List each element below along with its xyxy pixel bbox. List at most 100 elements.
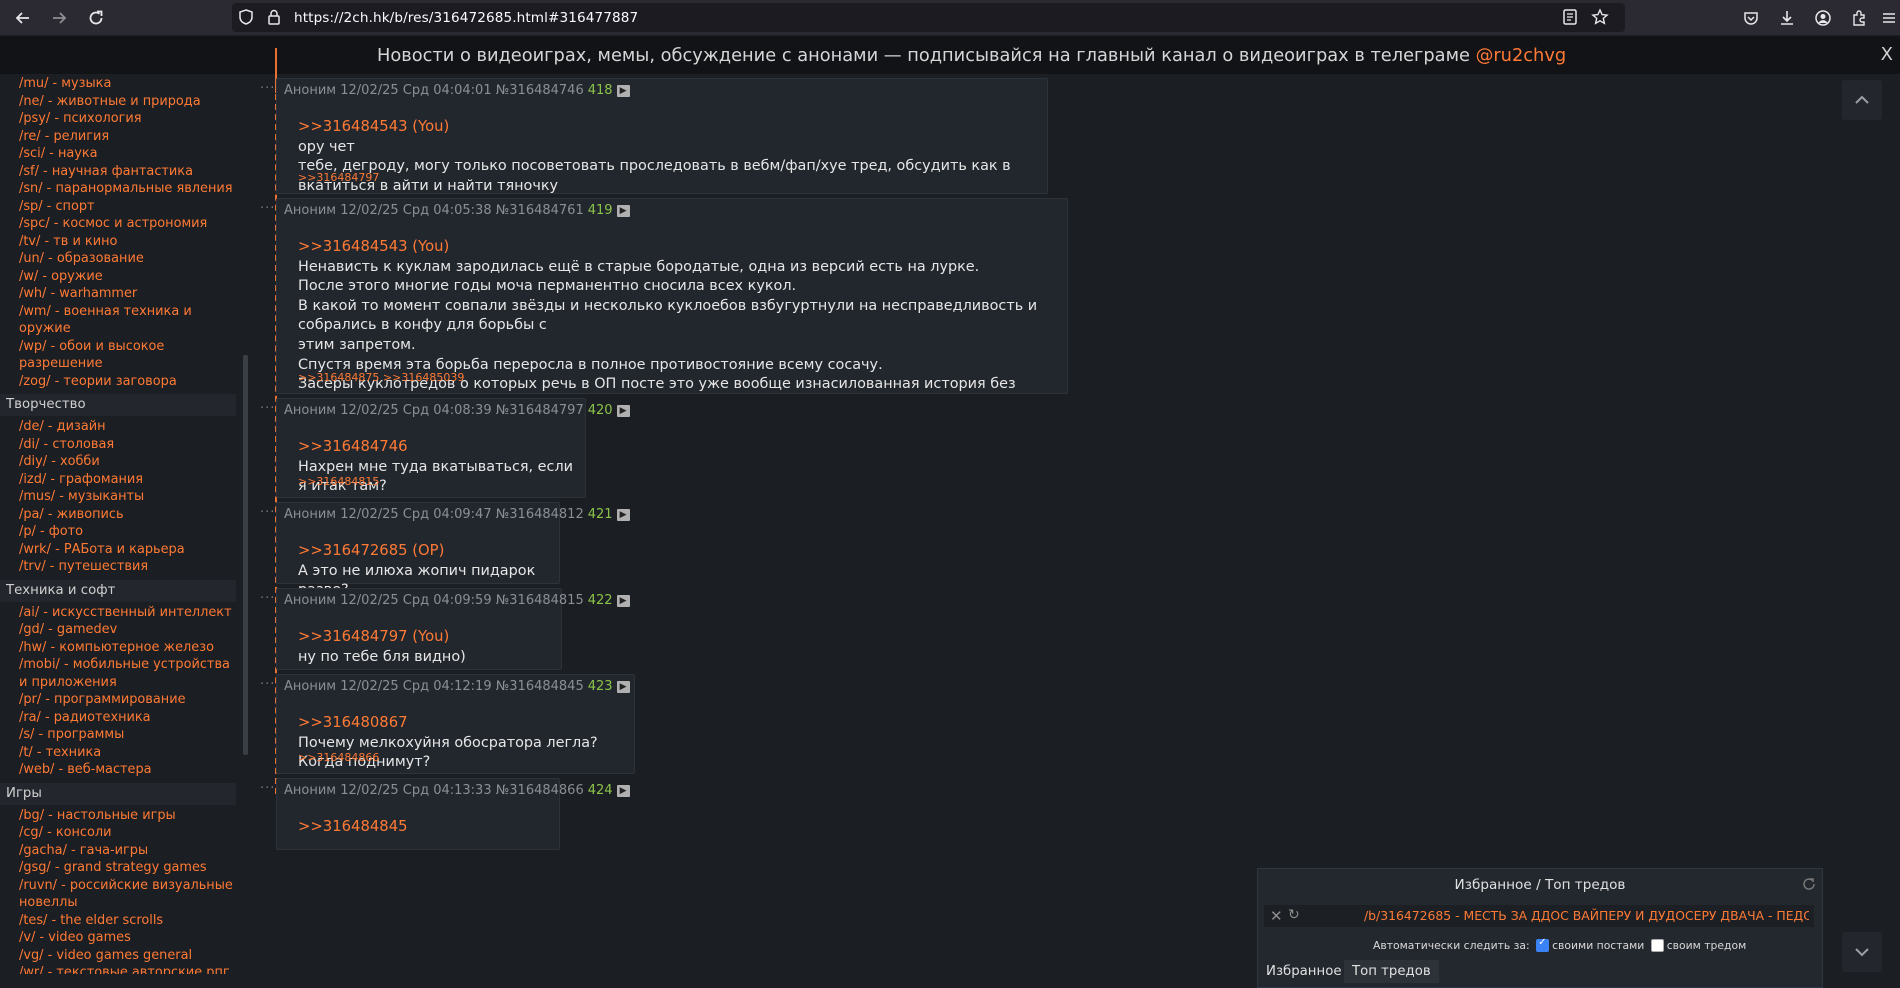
play-icon[interactable]: ▶	[616, 594, 630, 607]
lock-icon[interactable]	[262, 5, 286, 29]
pocket-icon[interactable]	[1739, 6, 1763, 30]
reply-link[interactable]: >>316480867	[298, 713, 634, 733]
sidebar-board-link[interactable]: /sp/ - спорт	[0, 198, 239, 216]
sidebar-board-link[interactable]: /wp/ - обои и высокое разрешение	[0, 338, 239, 373]
sidebar-board-link[interactable]: /pa/ - живопись	[0, 506, 239, 524]
url-text[interactable]: https://2ch.hk/b/res/316472685.html#3164…	[294, 10, 638, 26]
sidebar-board-link[interactable]: /s/ - программы	[0, 726, 239, 744]
sidebar-board-link[interactable]: /w/ - оружие	[0, 268, 239, 286]
sidebar-board-link[interactable]: /bg/ - настольные игры	[0, 807, 239, 825]
post-menu-dots-icon[interactable]: ···	[260, 781, 275, 796]
scroll-down-button[interactable]	[1842, 932, 1882, 972]
sidebar-board-link[interactable]: /hw/ - компьютерное железо	[0, 639, 239, 657]
remove-favorite-icon[interactable]: ✕	[1270, 907, 1283, 925]
account-icon[interactable]	[1811, 6, 1835, 30]
sidebar-board-link[interactable]: /vg/ - video games general	[0, 947, 239, 965]
sidebar-board-link[interactable]: /cg/ - консоли	[0, 824, 239, 842]
post-menu-dots-icon[interactable]: ···	[260, 201, 275, 216]
sidebar-board-link[interactable]: /ruvn/ - российские визуальные новеллы	[0, 877, 239, 912]
sidebar-board-link[interactable]: /wr/ - текстовые авторские рпг	[0, 964, 239, 974]
reply-link[interactable]: >>316484543 (You)	[298, 117, 1047, 137]
sidebar-board-link[interactable]: /t/ - техника	[0, 744, 239, 762]
post-id[interactable]: №316484746	[496, 83, 584, 98]
reply-link[interactable]: >>316484845	[298, 817, 408, 837]
reply-link[interactable]: >>316484543 (You)	[298, 237, 1067, 257]
forward-arrow-icon[interactable]	[47, 6, 71, 30]
refresh-thread-icon[interactable]: ↻	[1288, 907, 1300, 923]
sidebar-board-link[interactable]: /trv/ - путешествия	[0, 558, 239, 576]
post-id[interactable]: №316484812	[496, 507, 584, 522]
favorite-thread-link[interactable]: /b/316472685 - МЕСТЬ ЗА ДДОС ВАЙПЕРУ И Д…	[1364, 908, 1809, 923]
scroll-up-button[interactable]	[1842, 80, 1882, 120]
sidebar-board-link[interactable]: /mus/ - музыканты	[0, 488, 239, 506]
back-arrow-icon[interactable]	[11, 6, 35, 30]
sidebar-board-link[interactable]: /tes/ - the elder scrolls	[0, 912, 239, 930]
sidebar-scrollbar[interactable]	[243, 355, 248, 755]
watch-own-thread-checkbox[interactable]	[1650, 938, 1664, 952]
play-icon[interactable]: ▶	[616, 404, 630, 417]
post-menu-dots-icon[interactable]: ···	[260, 677, 275, 692]
reply-link[interactable]: >>316484797 (You)	[298, 627, 466, 647]
sidebar-board-link[interactable]: /gd/ - gamedev	[0, 621, 239, 639]
sidebar-board-link[interactable]: /re/ - религия	[0, 128, 239, 146]
post-id[interactable]: №316484815	[496, 593, 584, 608]
sidebar-board-link[interactable]: /gsg/ - grand strategy games	[0, 859, 239, 877]
sidebar-board-link[interactable]: /wm/ - военная техника и оружие	[0, 303, 239, 338]
sidebar-board-link[interactable]: /un/ - образование	[0, 250, 239, 268]
sidebar-board-link[interactable]: /ne/ - животные и природа	[0, 93, 239, 111]
sidebar-board-link[interactable]: /zog/ - теории заговора	[0, 373, 239, 391]
sidebar-board-link[interactable]: /spc/ - космос и астрономия	[0, 215, 239, 233]
sidebar-board-link[interactable]: /v/ - video games	[0, 929, 239, 947]
sidebar-board-link[interactable]: /gacha/ - гача-игры	[0, 842, 239, 860]
sidebar-board-link[interactable]: /ai/ - искусственный интеллект	[0, 604, 239, 622]
reply-link[interactable]: >>316484746	[298, 437, 585, 457]
shield-icon[interactable]	[234, 5, 258, 29]
sidebar-board-link[interactable]: /mu/ - музыка	[0, 75, 239, 93]
sidebar-board-link[interactable]: /pr/ - программирование	[0, 691, 239, 709]
post-menu-dots-icon[interactable]: ···	[260, 505, 275, 520]
post-menu-dots-icon[interactable]: ···	[260, 401, 275, 416]
post-id[interactable]: №316484797	[496, 403, 584, 418]
post-backlinks[interactable]: >>316484866	[298, 751, 379, 764]
sidebar-board-link[interactable]: /mobi/ - мобильные устройства и приложен…	[0, 656, 239, 691]
bookmark-star-icon[interactable]	[1588, 5, 1612, 29]
watch-own-posts-checkbox[interactable]	[1536, 937, 1550, 952]
play-icon[interactable]: ▶	[616, 508, 630, 521]
menu-icon[interactable]	[1877, 6, 1900, 30]
reader-view-icon[interactable]	[1558, 5, 1582, 29]
sidebar-board-link[interactable]: /wh/ - warhammer	[0, 285, 239, 303]
tab-top-threads[interactable]: Топ тредов	[1344, 960, 1439, 983]
reply-link[interactable]: >>316472685 (OP)	[298, 541, 559, 561]
post-id[interactable]: №316484761	[496, 203, 584, 218]
sidebar-board-link[interactable]: /diy/ - хобби	[0, 453, 239, 471]
sidebar-board-link[interactable]: /de/ - дизайн	[0, 418, 239, 436]
banner-close-button[interactable]: X	[1881, 44, 1893, 65]
reload-icon[interactable]	[84, 6, 108, 30]
sidebar-board-link[interactable]: /sci/ - наука	[0, 145, 239, 163]
downloads-icon[interactable]	[1775, 6, 1799, 30]
post-backlinks[interactable]: >>316484815	[298, 475, 379, 488]
sidebar-board-link[interactable]: /p/ - фото	[0, 523, 239, 541]
sidebar-board-link[interactable]: /izd/ - графомания	[0, 471, 239, 489]
play-icon[interactable]: ▶	[616, 680, 630, 693]
post-menu-dots-icon[interactable]: ···	[260, 81, 275, 96]
sidebar-board-link[interactable]: /psy/ - психология	[0, 110, 239, 128]
extensions-icon[interactable]	[1847, 6, 1871, 30]
sidebar-board-link[interactable]: /ra/ - радиотехника	[0, 709, 239, 727]
banner-telegram-link[interactable]: @ru2chvg	[1476, 45, 1567, 66]
post-backlinks[interactable]: >>316484797	[298, 171, 379, 184]
sidebar-board-link[interactable]: /sf/ - научная фантастика	[0, 163, 239, 181]
post-id[interactable]: №316484845	[496, 679, 584, 694]
post-menu-dots-icon[interactable]: ···	[260, 591, 275, 606]
play-icon[interactable]: ▶	[616, 204, 630, 217]
url-bar[interactable]: https://2ch.hk/b/res/316472685.html#3164…	[232, 3, 1625, 32]
sidebar-board-link[interactable]: /wrk/ - РАБота и карьера	[0, 541, 239, 559]
sidebar-board-link[interactable]: /sn/ - паранормальные явления	[0, 180, 239, 198]
sidebar-board-link[interactable]: /web/ - веб-мастера	[0, 761, 239, 779]
sidebar-board-link[interactable]: /tv/ - тв и кино	[0, 233, 239, 251]
post-backlinks[interactable]: >>316484875 >>316485039	[298, 371, 464, 384]
refresh-icon[interactable]	[1802, 877, 1816, 895]
tab-favorites[interactable]: Избранное	[1258, 960, 1350, 983]
play-icon[interactable]: ▶	[616, 784, 630, 797]
post-id[interactable]: №316484866	[496, 783, 584, 798]
